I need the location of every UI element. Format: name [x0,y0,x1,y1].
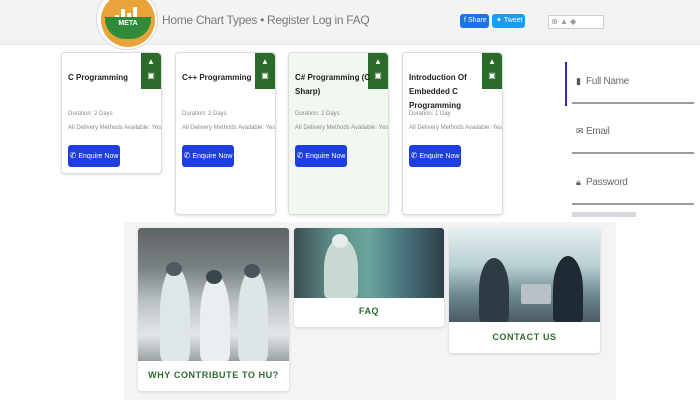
nav-login[interactable]: Log in [312,13,346,27]
office-photo [449,228,600,322]
password-field[interactable]: 🔒︎ Password [572,163,694,205]
enquire-now-button[interactable]: ✆ Enquire Now [68,145,120,167]
full-name-placeholder: Full Name [586,76,629,87]
email-field[interactable]: ✉ Email [572,112,694,154]
globe-icon: ⊕ [551,17,558,26]
password-placeholder: Password [586,177,628,188]
envelope-icon: ✉ [576,126,584,136]
why-contribute-tile[interactable]: WHY CONTRIBUTE TO HU? [138,228,289,391]
course-duration: Duration: 2 Days [182,111,227,117]
main-nav: Home Chart Types • Register Log in FAQ [162,13,370,27]
enquire-label: Enquire Now [192,153,233,160]
nav-chart[interactable]: Chart [196,13,227,27]
lab-photo [138,228,289,361]
phone-icon: ✆ [410,151,418,160]
arrow-down-icon: ◆ [570,17,577,26]
course-delivery: All Delivery Methods Available: Yes [295,125,389,131]
course-delivery: All Delivery Methods Available: Yes [409,125,503,131]
enquire-now-button[interactable]: ✆ Enquire Now [409,145,461,167]
facebook-share-button[interactable]: f Share [460,14,489,28]
library-photo [294,228,444,298]
course-title: C# Programming (C Sharp) [295,73,371,96]
graduation-cap-icon: ▲ [147,57,155,66]
nav-register[interactable]: Register [267,13,312,27]
course-card: ▲ ▣ C++ Programming Duration: 2 Days All… [175,52,276,215]
form-progress-bar [572,212,636,217]
course-title: C Programming [68,73,129,82]
course-duration: Duration: 2 Days [295,111,340,117]
contact-us-tile[interactable]: CONTACT US [449,228,600,353]
tweet-button[interactable]: ✦ Tweet [492,14,525,28]
enquire-label: Enquire Now [78,153,119,160]
course-duration: Duration: 1 Day [409,111,451,117]
lock-icon: 🔒︎ [576,177,581,187]
arrow-up-icon: ▲ [559,17,568,26]
course-duration: Duration: 2 Days [68,111,113,117]
faq-tile[interactable]: FAQ [294,228,444,327]
graduation-cap-icon: ▲ [374,57,382,66]
course-card: ▲ ▣ C# Programming (C Sharp) Duration: 2… [288,52,389,215]
share-label: Share [467,17,487,24]
email-placeholder: Email [586,126,610,137]
phone-icon: ✆ [296,151,304,160]
full-name-field[interactable]: ▮ Full Name [572,62,694,104]
faq-label: FAQ [358,306,380,316]
nav-faq[interactable]: FAQ [346,13,369,27]
why-contribute-label: WHY CONTRIBUTE TO HU? [148,370,279,380]
nav-separator: • [260,13,268,27]
graduation-cap-icon: ▲ [488,57,496,66]
top-header: META Home Chart Types • Register Log in … [0,0,700,50]
enquire-now-button[interactable]: ✆ Enquire Now [295,145,347,167]
facebook-icon: f [464,17,466,24]
nav-home[interactable]: Home [162,13,196,27]
certificate-icon: ▣ [147,71,155,80]
user-icon: ▮ [576,76,581,86]
course-card: ▲ ▣ C Programming Duration: 2 Days All D… [61,52,162,174]
course-delivery: All Delivery Methods Available: Yes [68,125,162,131]
twitter-icon: ✦ [496,17,502,24]
phone-icon: ✆ [183,151,191,160]
nav-types[interactable]: Types [227,13,261,27]
certificate-icon: ▣ [261,71,269,80]
course-delivery: All Delivery Methods Available: Yes [182,125,276,131]
contact-us-label: CONTACT US [492,332,557,342]
graduation-cap-icon: ▲ [261,57,269,66]
language-select[interactable]: ⊕ ▲ ◆ [548,15,604,29]
certificate-icon: ▣ [488,71,496,80]
certificate-icon: ▣ [374,71,382,80]
enquire-label: Enquire Now [305,153,346,160]
tweet-label: Tweet [503,17,523,24]
course-card: ▲ ▣ Introduction Of Embedded C Programmi… [402,52,503,215]
site-logo[interactable]: META [96,0,158,50]
enquire-label: Enquire Now [419,153,460,160]
enquire-now-button[interactable]: ✆ Enquire Now [182,145,234,167]
form-focus-indicator [565,62,567,106]
course-title: Introduction Of Embedded C Programming [409,73,467,110]
phone-icon: ✆ [69,151,77,160]
course-title: C++ Programming [182,73,252,82]
